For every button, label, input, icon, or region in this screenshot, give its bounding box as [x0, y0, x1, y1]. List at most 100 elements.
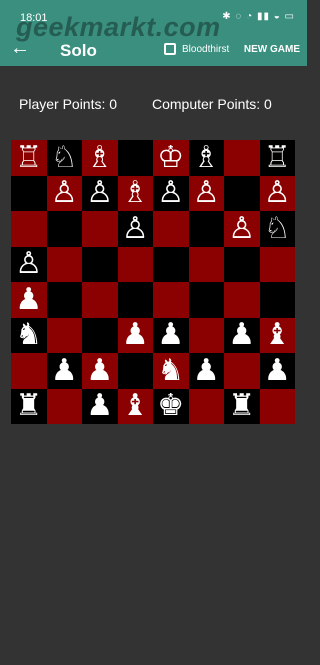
board-square[interactable]	[46, 388, 82, 424]
chess-piece-icon[interactable]: ♞	[157, 355, 184, 386]
chess-piece-icon[interactable]: ♟	[15, 284, 42, 315]
board-square[interactable]: ♝	[259, 317, 295, 353]
board-square[interactable]	[117, 282, 153, 318]
chess-piece-icon[interactable]: ♙	[157, 178, 184, 208]
board-square[interactable]	[46, 246, 82, 282]
board-square[interactable]	[224, 175, 260, 211]
board-square[interactable]	[224, 282, 260, 318]
board-square[interactable]: ♟	[259, 353, 295, 389]
board-square[interactable]	[46, 317, 82, 353]
board-square[interactable]	[188, 317, 224, 353]
chess-piece-icon[interactable]: ♟	[228, 320, 255, 350]
board-square[interactable]: ♗	[82, 140, 118, 176]
chess-piece-icon[interactable]: ♙	[122, 213, 149, 244]
chess-piece-icon[interactable]: ♖	[15, 142, 42, 173]
board-square[interactable]	[82, 246, 118, 282]
board-square[interactable]: ♙	[117, 211, 153, 247]
chess-piece-icon[interactable]: ♟	[122, 320, 149, 350]
board-square[interactable]: ♞	[11, 317, 47, 353]
chess-piece-icon[interactable]: ♟	[86, 355, 113, 386]
chess-piece-icon[interactable]: ♘	[264, 213, 291, 244]
chess-piece-icon[interactable]: ♙	[15, 249, 42, 279]
board-square[interactable]	[11, 175, 47, 211]
board-square[interactable]: ♚	[153, 388, 189, 424]
chess-piece-icon[interactable]: ♟	[86, 391, 113, 421]
board-square[interactable]	[259, 282, 295, 318]
chess-piece-icon[interactable]: ♙	[193, 178, 220, 208]
board-square[interactable]	[224, 353, 260, 389]
board-square[interactable]: ♟	[82, 353, 118, 389]
board-square[interactable]	[259, 246, 295, 282]
board-square[interactable]: ♗	[117, 175, 153, 211]
board-square[interactable]	[153, 282, 189, 318]
board-square[interactable]	[188, 246, 224, 282]
board-square[interactable]: ♜	[224, 388, 260, 424]
chess-piece-icon[interactable]: ♗	[122, 178, 149, 208]
board-square[interactable]: ♟	[82, 388, 118, 424]
board-square[interactable]: ♟	[188, 353, 224, 389]
chess-piece-icon[interactable]: ♔	[157, 142, 184, 173]
board-square[interactable]: ♘	[46, 140, 82, 176]
board-square[interactable]: ♗	[188, 140, 224, 176]
chess-piece-icon[interactable]: ♗	[86, 142, 113, 173]
board-square[interactable]	[188, 211, 224, 247]
bloodthirst-checkbox[interactable]: Bloodthirst	[164, 43, 229, 55]
board-square[interactable]	[259, 388, 295, 424]
chess-board[interactable]: ♖ ♘ ♗ ♔ ♗ ♖ ♙ ♙ ♗ ♙ ♙ ♙ ♙ ♙ ♘ ♙ ♟ ♞ ♟ ♟ ♟ ♝ ♟ ♟ ♞ ♟ ♟ ♜ ♟ ♝ ♚ ♜	[11, 140, 295, 424]
board-square[interactable]: ♞	[153, 353, 189, 389]
chess-piece-icon[interactable]: ♝	[264, 320, 291, 350]
board-square[interactable]	[82, 211, 118, 247]
board-square[interactable]	[117, 246, 153, 282]
board-square[interactable]	[82, 282, 118, 318]
board-square[interactable]: ♙	[188, 175, 224, 211]
board-square[interactable]	[11, 211, 47, 247]
chess-piece-icon[interactable]: ♙	[86, 178, 113, 208]
chess-piece-icon[interactable]: ♗	[193, 142, 220, 173]
board-square[interactable]: ♖	[259, 140, 295, 176]
board-square[interactable]	[153, 211, 189, 247]
board-square[interactable]: ♟	[46, 353, 82, 389]
board-square[interactable]	[153, 246, 189, 282]
chess-piece-icon[interactable]: ♙	[264, 178, 291, 208]
board-square[interactable]	[188, 282, 224, 318]
board-square[interactable]	[46, 211, 82, 247]
chess-piece-icon[interactable]: ♟	[193, 355, 220, 386]
chess-piece-icon[interactable]: ♟	[157, 320, 184, 350]
chess-piece-icon[interactable]: ♙	[51, 178, 78, 208]
board-square[interactable]	[82, 317, 118, 353]
board-square[interactable]: ♙	[11, 246, 47, 282]
chess-piece-icon[interactable]: ♟	[51, 355, 78, 386]
board-square[interactable]: ♙	[224, 211, 260, 247]
board-square[interactable]: ♜	[11, 388, 47, 424]
board-square[interactable]: ♙	[153, 175, 189, 211]
board-square[interactable]: ♙	[46, 175, 82, 211]
chess-piece-icon[interactable]: ♚	[157, 391, 184, 421]
board-square[interactable]: ♙	[82, 175, 118, 211]
board-square[interactable]	[117, 140, 153, 176]
checkbox-box[interactable]	[164, 43, 176, 55]
chess-piece-icon[interactable]: ♟	[264, 355, 291, 386]
board-square[interactable]: ♝	[117, 388, 153, 424]
back-arrow-icon[interactable]: ←	[10, 38, 30, 58]
board-square[interactable]	[224, 140, 260, 176]
board-square[interactable]: ♟	[224, 317, 260, 353]
board-square[interactable]: ♘	[259, 211, 295, 247]
board-square[interactable]	[224, 246, 260, 282]
board-square[interactable]: ♖	[11, 140, 47, 176]
board-square[interactable]: ♟	[153, 317, 189, 353]
board-square[interactable]: ♟	[117, 317, 153, 353]
chess-piece-icon[interactable]: ♞	[15, 320, 42, 350]
board-square[interactable]: ♟	[11, 282, 47, 318]
board-square[interactable]: ♔	[153, 140, 189, 176]
board-square[interactable]: ♙	[259, 175, 295, 211]
chess-piece-icon[interactable]: ♝	[122, 391, 149, 421]
chess-piece-icon[interactable]: ♖	[264, 142, 291, 173]
board-square[interactable]	[117, 353, 153, 389]
board-square[interactable]	[188, 388, 224, 424]
chess-piece-icon[interactable]: ♘	[51, 142, 78, 173]
new-game-button[interactable]: NEW GAME	[244, 44, 300, 55]
board-square[interactable]	[46, 282, 82, 318]
board-square[interactable]	[11, 353, 47, 389]
chess-piece-icon[interactable]: ♙	[228, 213, 255, 244]
chess-piece-icon[interactable]: ♜	[15, 391, 42, 421]
